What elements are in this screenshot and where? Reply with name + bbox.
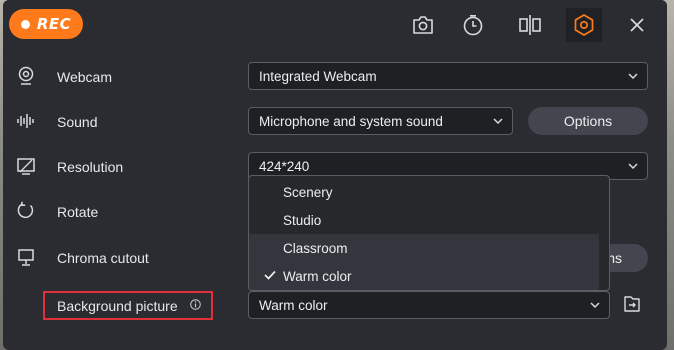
background-select-value: Warm color (259, 297, 328, 313)
chevron-down-icon (628, 163, 638, 170)
chroma-cutout-label: Chroma cutout (57, 250, 149, 266)
webcam-select[interactable]: Integrated Webcam (248, 62, 648, 90)
dropdown-option-scenery[interactable]: Scenery (249, 178, 599, 206)
resolution-icon (15, 155, 37, 177)
dropdown-option-classroom[interactable]: Classroom (249, 234, 599, 262)
dropdown-option-studio[interactable]: Studio (249, 206, 599, 234)
split-button[interactable] (512, 8, 548, 42)
timer-icon (463, 15, 483, 36)
rotate-label: Rotate (57, 204, 99, 220)
rec-button[interactable]: REC (9, 9, 83, 39)
background-picture-text: Background picture (57, 298, 178, 314)
webcam-label: Webcam (57, 69, 112, 85)
settings-button[interactable] (566, 8, 602, 42)
info-icon[interactable] (189, 299, 201, 310)
settings-hex-icon (574, 14, 594, 36)
schedule-button[interactable] (455, 8, 491, 42)
resolution-label: Resolution (57, 159, 124, 175)
background-dropdown-menu: Scenery Studio Classroom Warm color (248, 175, 610, 291)
dropdown-option-label: Scenery (283, 184, 333, 200)
background-picture-select[interactable]: Warm color (248, 291, 610, 319)
sound-options-button[interactable]: Options (528, 107, 648, 135)
dropdown-option-label: Warm color (283, 268, 352, 284)
chevron-down-icon (493, 118, 503, 125)
close-icon (630, 18, 644, 32)
recorder-window: REC Webcam Integrated Webcam Sound Micro… (3, 0, 667, 350)
chevron-down-icon (590, 302, 600, 309)
chroma-cutout-icon (15, 246, 37, 268)
import-picture-button[interactable] (620, 292, 644, 316)
split-icon (519, 15, 541, 35)
camera-icon (413, 16, 433, 34)
screenshot-button[interactable] (405, 8, 441, 42)
chevron-down-icon (628, 73, 638, 80)
options-label: Options (563, 113, 613, 129)
background-picture-label: Background picture (57, 298, 201, 314)
dropdown-option-label: Studio (283, 212, 322, 228)
record-dot-icon (20, 19, 30, 29)
sound-select[interactable]: Microphone and system sound (248, 107, 513, 135)
close-button[interactable] (619, 8, 655, 42)
sound-label: Sound (57, 114, 98, 130)
rec-label: REC (36, 15, 72, 33)
dropdown-option-label: Classroom (283, 240, 348, 256)
title-bar: REC (3, 0, 667, 50)
sound-wave-icon (15, 110, 37, 132)
sound-select-value: Microphone and system sound (259, 113, 443, 129)
dropdown-option-warm-color[interactable]: Warm color (249, 262, 599, 290)
webcam-icon (15, 65, 37, 87)
checkmark-icon (264, 270, 276, 280)
webcam-select-value: Integrated Webcam (259, 68, 377, 84)
rotate-icon (15, 200, 37, 222)
import-file-icon (624, 296, 640, 312)
resolution-select-value: 424*240 (259, 158, 310, 174)
